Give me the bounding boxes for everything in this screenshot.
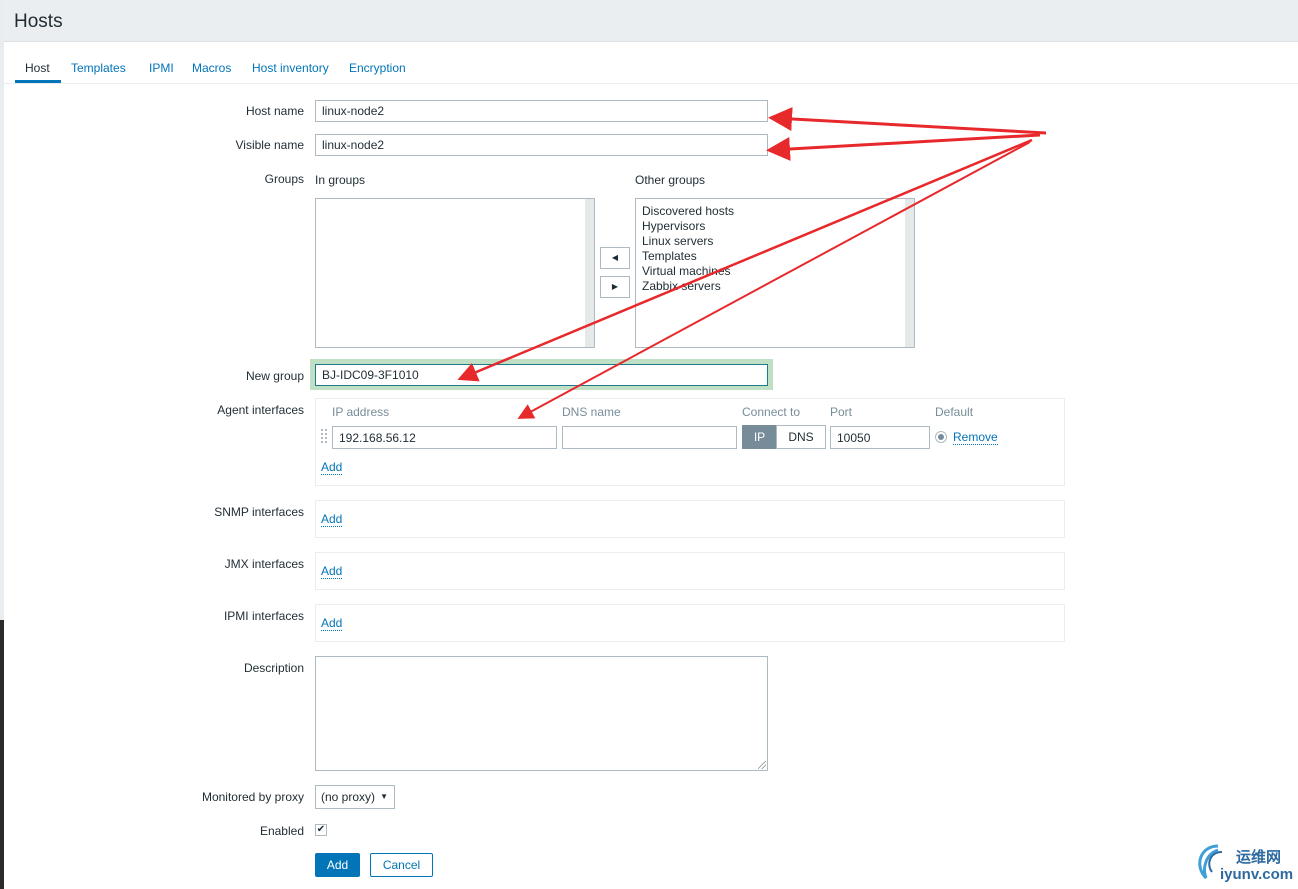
other-groups-listbox[interactable]: Discovered hosts Hypervisors Linux serve… <box>635 198 915 348</box>
active-tab-indicator <box>15 80 61 83</box>
tab-host-inventory[interactable]: Host inventory <box>252 61 329 75</box>
new-group-input[interactable] <box>315 364 768 386</box>
tab-bar: Host Templates IPMI Macros Host inventor… <box>4 52 1298 84</box>
dns-name-column-header: DNS name <box>562 405 621 419</box>
groups-label: Groups <box>264 172 304 186</box>
in-groups-listbox[interactable] <box>315 198 595 348</box>
add-ipmi-interface-link[interactable]: Add <box>321 617 343 631</box>
new-group-label: New group <box>245 369 304 383</box>
agent-ip-input[interactable] <box>332 426 557 449</box>
ipmi-interfaces-label: IPMI interfaces <box>223 609 304 623</box>
tab-macros[interactable]: Macros <box>192 61 231 75</box>
tab-host[interactable]: Host <box>25 61 50 75</box>
cancel-button[interactable]: Cancel <box>370 853 433 877</box>
left-edge-strip <box>0 0 4 889</box>
add-jmx-interface-link[interactable]: Add <box>321 565 343 579</box>
other-groups-label: Other groups <box>635 173 706 187</box>
proxy-selected-value: (no proxy) <box>321 790 376 804</box>
add-agent-interface-link[interactable]: Add <box>321 461 343 475</box>
visible-name-input[interactable] <box>315 134 768 156</box>
connect-dns-button[interactable]: DNS <box>776 425 826 449</box>
arrow-to-host-name <box>768 107 1047 135</box>
enabled-checkbox[interactable]: ✔ <box>315 824 327 836</box>
visible-name-label: Visible name <box>235 138 304 152</box>
host-name-label: Host name <box>245 104 304 118</box>
connect-to-column-header: Connect to <box>742 405 801 419</box>
other-group-option[interactable]: Zabbix servers <box>642 279 721 293</box>
watermark-domain-text: iyunv.com <box>1220 866 1294 883</box>
tab-ipmi[interactable]: IPMI <box>149 61 174 75</box>
watermark-chinese-text: 运维网 <box>1236 848 1282 866</box>
page-header: Hosts <box>4 0 1298 42</box>
dropdown-arrow-icon: ▼ <box>380 792 388 801</box>
proxy-select[interactable]: (no proxy) ▼ <box>315 785 395 809</box>
jmx-interfaces-box <box>315 552 1065 590</box>
drag-handle-icon[interactable] <box>321 429 327 445</box>
move-right-button[interactable]: ▶ <box>600 276 630 298</box>
other-group-option[interactable]: Virtual machines <box>642 264 731 278</box>
proxy-label: Monitored by proxy <box>201 790 304 804</box>
other-groups-scrollbar[interactable] <box>905 199 914 347</box>
in-groups-label: In groups <box>315 173 366 187</box>
other-group-option[interactable]: Linux servers <box>642 234 713 248</box>
snmp-interfaces-box <box>315 500 1065 538</box>
jmx-interfaces-label: JMX interfaces <box>224 557 304 571</box>
ipmi-interfaces-box <box>315 604 1065 642</box>
in-groups-scrollbar[interactable] <box>585 199 594 347</box>
description-textarea[interactable] <box>315 656 768 771</box>
arrow-to-visible-name <box>766 133 1041 161</box>
agent-port-input[interactable] <box>830 426 930 449</box>
add-button[interactable]: Add <box>315 853 360 877</box>
connect-ip-button[interactable]: IP <box>742 425 777 449</box>
port-column-header: Port <box>830 405 853 419</box>
description-label: Description <box>243 661 304 675</box>
resize-grip-icon[interactable] <box>758 761 766 769</box>
snmp-interfaces-label: SNMP interfaces <box>214 505 304 519</box>
tab-encryption[interactable]: Encryption <box>349 61 406 75</box>
default-interface-radio[interactable] <box>935 431 947 443</box>
host-name-input[interactable] <box>315 100 768 122</box>
page-title: Hosts <box>14 11 63 32</box>
tab-templates[interactable]: Templates <box>71 61 126 75</box>
add-snmp-interface-link[interactable]: Add <box>321 513 343 527</box>
default-column-header: Default <box>935 405 974 419</box>
enabled-label: Enabled <box>259 824 304 838</box>
other-group-option[interactable]: Discovered hosts <box>642 204 734 218</box>
agent-dns-input[interactable] <box>562 426 737 449</box>
move-left-button[interactable]: ◀ <box>600 247 630 269</box>
watermark-logo: 运维网 iyunv.com <box>1192 838 1296 886</box>
other-group-option[interactable]: Templates <box>642 249 697 263</box>
other-group-option[interactable]: Hypervisors <box>642 219 705 233</box>
agent-interfaces-label: Agent interfaces <box>217 403 304 417</box>
remove-interface-link[interactable]: Remove <box>953 431 998 445</box>
ip-address-column-header: IP address <box>332 405 390 419</box>
